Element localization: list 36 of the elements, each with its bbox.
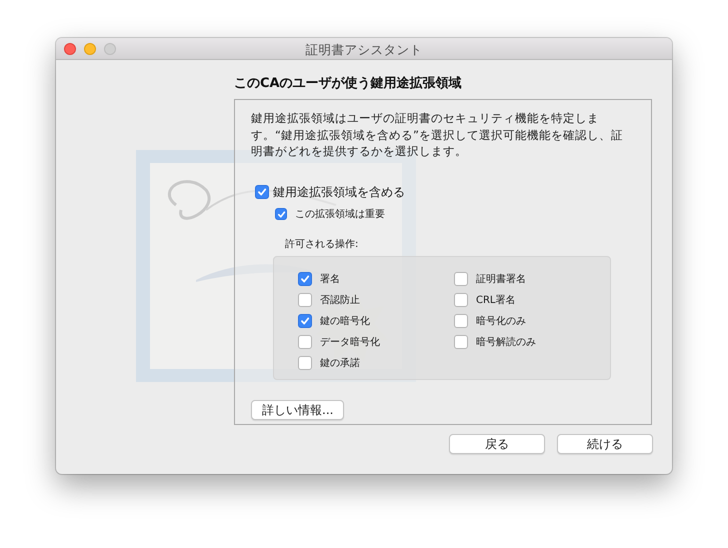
checkbox[interactable] (454, 314, 468, 328)
checkbox-label: 署名 (320, 272, 340, 286)
close-icon[interactable] (64, 43, 76, 55)
minimize-icon[interactable] (84, 43, 96, 55)
checkbox[interactable] (298, 356, 312, 370)
checkbox-label: この拡張領域は重要 (295, 208, 385, 222)
operations-label: 許可される操作: (285, 238, 358, 250)
page-heading: このCAのユーザが使う鍵用途拡張領域 (234, 75, 462, 93)
checkmark-icon (300, 274, 310, 284)
checkbox-label: 鍵用途拡張領域を含める (273, 184, 405, 200)
checkbox[interactable] (275, 208, 287, 220)
checkbox[interactable] (298, 335, 312, 349)
checkbox-label: 暗号解読のみ (476, 336, 536, 350)
checkbox-label: データ暗号化 (320, 336, 380, 350)
checkbox-label: 証明書署名 (476, 272, 526, 286)
checkbox-label: 鍵の承諾 (320, 356, 360, 370)
checkbox-label: 暗号化のみ (476, 314, 526, 328)
checkmark-icon (300, 316, 310, 326)
checkbox[interactable] (298, 293, 312, 307)
checkbox[interactable] (454, 293, 468, 307)
window-title: 証明書アシスタント (306, 42, 422, 56)
checkmark-icon (276, 210, 286, 218)
checkbox[interactable] (454, 272, 468, 286)
description-text: 鍵用途拡張領域はユーザの証明書のセキュリティ機能を特定します。“鍵用途拡張領域を含める”を選択して選択可能機能を確認し、証明書がどれを提供するかを選択します。 (251, 110, 624, 160)
checkbox[interactable] (298, 272, 312, 286)
wizard-button[interactable]: 戻る (449, 434, 545, 454)
checkbox[interactable] (298, 314, 312, 328)
checkbox[interactable] (454, 335, 468, 349)
zoom-icon[interactable] (104, 43, 116, 55)
more-info-button[interactable]: 詳しい情報... (251, 400, 344, 420)
wizard-button[interactable]: 続ける (557, 434, 653, 454)
checkbox-label: 鍵の暗号化 (320, 314, 370, 328)
checkbox[interactable] (255, 184, 269, 198)
checkmark-icon (257, 186, 267, 196)
checkbox-label: 否認防止 (320, 294, 360, 308)
checkbox-label: CRL署名 (476, 294, 516, 308)
